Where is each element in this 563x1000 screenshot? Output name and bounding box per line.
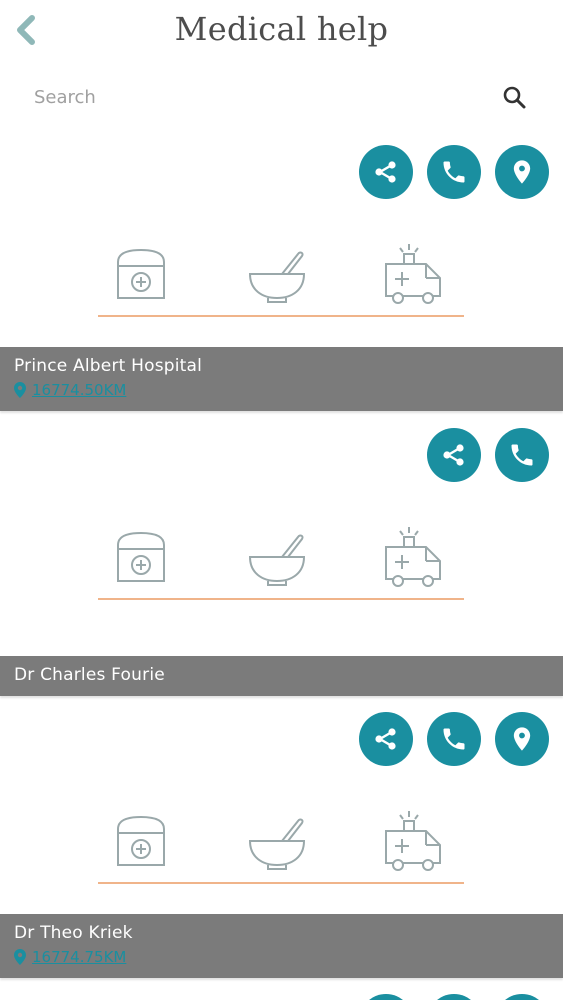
provider-card: Prince Albert Hospital 16774.50KM <box>0 145 563 411</box>
distance-value: 16774.50KM <box>32 381 127 399</box>
first-aid-kit-icon <box>117 531 165 582</box>
phone-icon <box>443 161 465 183</box>
provider-info-band[interactable]: Dr Theo Kriek 16774.75KM <box>0 914 563 978</box>
share-icon <box>375 161 396 183</box>
card-actions <box>359 994 549 1000</box>
ambulance-icon <box>385 244 441 304</box>
search-icon <box>503 86 526 109</box>
share-icon <box>375 728 396 750</box>
provider-card: Dr Theo Kriek 16774.75KM <box>0 712 563 978</box>
location-button[interactable] <box>495 712 549 766</box>
share-button[interactable] <box>359 145 413 199</box>
call-button[interactable] <box>427 145 481 199</box>
share-button[interactable] <box>359 994 413 1000</box>
call-button[interactable] <box>495 428 549 482</box>
ambulance-icon <box>385 527 441 587</box>
share-button[interactable] <box>359 712 413 766</box>
provider-card: Dr Charles Fourie <box>0 428 563 696</box>
distance-value: 16774.75KM <box>32 948 127 966</box>
provider-name: Prince Albert Hospital <box>14 356 203 376</box>
map-pin-icon <box>513 160 531 184</box>
search-bar <box>0 74 563 120</box>
map-pin-icon <box>14 949 26 965</box>
mortar-pestle-icon <box>248 534 306 586</box>
card-actions <box>427 428 549 482</box>
divider <box>98 598 464 600</box>
service-icons <box>98 524 464 600</box>
mortar-pestle-icon <box>248 818 306 870</box>
provider-name: Dr Charles Fourie <box>14 665 165 685</box>
phone-icon <box>443 728 465 750</box>
first-aid-kit-icon <box>117 248 165 299</box>
service-icons <box>98 241 464 317</box>
provider-info-band[interactable]: Prince Albert Hospital 16774.50KM <box>0 347 563 411</box>
service-icons <box>98 808 464 884</box>
share-icon <box>443 444 464 466</box>
header: Medical help <box>0 0 563 64</box>
page-title: Medical help <box>174 10 389 48</box>
divider <box>98 315 464 317</box>
share-button[interactable] <box>427 428 481 482</box>
divider <box>98 882 464 884</box>
search-button[interactable] <box>501 84 529 112</box>
phone-icon <box>511 444 533 466</box>
distance-link[interactable]: 16774.50KM <box>14 381 126 399</box>
call-button[interactable] <box>427 712 481 766</box>
card-actions <box>359 145 549 199</box>
map-pin-icon <box>14 382 26 398</box>
location-button[interactable] <box>495 994 549 1000</box>
card-actions <box>359 712 549 766</box>
map-pin-icon <box>513 727 531 751</box>
search-input[interactable] <box>32 80 476 114</box>
provider-name: Dr Theo Kriek <box>14 923 133 943</box>
call-button[interactable] <box>427 994 481 1000</box>
medical-help-screen: Medical help Search Prince Albert Hospit… <box>0 0 563 1000</box>
ambulance-icon <box>385 811 441 871</box>
distance-link[interactable]: 16774.75KM <box>14 948 126 966</box>
first-aid-kit-icon <box>117 815 165 866</box>
location-button[interactable] <box>495 145 549 199</box>
provider-info-band[interactable]: Dr Charles Fourie <box>0 656 563 696</box>
mortar-pestle-icon <box>248 251 306 303</box>
